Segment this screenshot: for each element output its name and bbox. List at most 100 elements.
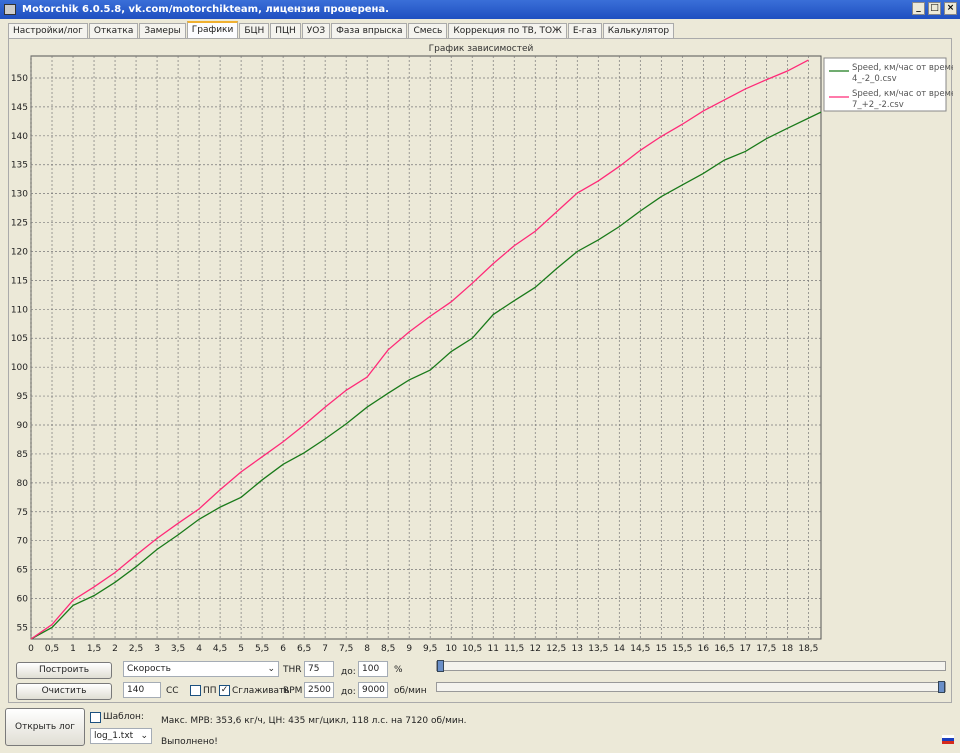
log-file-value: log_1.txt xyxy=(94,731,134,741)
legend-file: 4_-2_0.csv xyxy=(852,74,897,84)
tab-7[interactable]: Фаза впрыска xyxy=(331,23,408,39)
y-tick-label: 55 xyxy=(17,623,28,633)
y-tick-label: 125 xyxy=(11,219,28,229)
x-tick-label: 7 xyxy=(322,644,328,654)
x-tick-label: 16 xyxy=(698,644,710,654)
x-tick-label: 8 xyxy=(364,644,370,654)
cc-label: CC xyxy=(166,686,179,696)
rpm-slider-thumb[interactable] xyxy=(938,681,945,693)
x-tick-label: 18,5 xyxy=(798,644,818,654)
rpm-unit-label: об/мин xyxy=(394,686,427,696)
parameter-select[interactable]: Скорость ⌄ xyxy=(123,661,279,677)
y-tick-label: 105 xyxy=(11,334,28,344)
tab-bar: Настройки/лог Откатка Замеры Графики БЦН ПЦН У… xyxy=(8,21,675,39)
x-tick-label: 10,5 xyxy=(462,644,482,654)
y-tick-label: 120 xyxy=(11,247,28,257)
clear-button[interactable]: Очистить xyxy=(16,683,112,700)
x-tick-label: 10 xyxy=(445,644,457,654)
rpm-slider[interactable] xyxy=(436,681,946,693)
x-tick-label: 12 xyxy=(530,644,541,654)
tab-9[interactable]: Коррекция по ТВ, ТОЖ xyxy=(448,23,567,39)
x-tick-label: 16,5 xyxy=(714,644,734,654)
y-tick-label: 95 xyxy=(17,392,28,402)
template-label: Шаблон: xyxy=(103,712,144,722)
y-tick-label: 135 xyxy=(11,161,28,171)
x-tick-label: 6,5 xyxy=(297,644,311,654)
thr-label: THR xyxy=(283,665,302,675)
build-button[interactable]: Построить xyxy=(16,662,112,679)
template-checkbox[interactable] xyxy=(90,712,101,723)
open-log-button[interactable]: Открыть лог xyxy=(5,708,85,746)
rpm-from-input[interactable]: 2500 xyxy=(304,682,334,698)
thr-slider-thumb[interactable] xyxy=(437,660,444,672)
tab-3[interactable]: Графики xyxy=(186,21,239,39)
window-title: Motorchik 6.0.5.8, vk.com/motorchikteam,… xyxy=(22,4,389,15)
x-tick-label: 17 xyxy=(740,644,751,654)
tab-8[interactable]: Смесь xyxy=(408,23,448,39)
title-bar: Motorchik 6.0.5.8, vk.com/motorchikteam,… xyxy=(0,0,960,19)
rpm-label: RPM xyxy=(283,686,303,696)
maximize-button[interactable]: □ xyxy=(928,2,941,15)
x-tick-label: 11 xyxy=(488,644,499,654)
tab-10[interactable]: Е-газ xyxy=(567,23,602,39)
chevron-down-icon: ⌄ xyxy=(267,664,275,674)
thr-to-input[interactable]: 100 xyxy=(358,661,388,677)
tab-2[interactable]: Замеры xyxy=(139,23,186,39)
thr-from-input[interactable]: 75 xyxy=(304,661,334,677)
x-tick-label: 13,5 xyxy=(588,644,608,654)
chart-title: График зависимостей xyxy=(429,44,534,54)
tab-5[interactable]: ПЦН xyxy=(270,23,301,39)
thr-to-label: до: xyxy=(341,667,356,677)
pp-checkbox[interactable] xyxy=(190,685,201,696)
y-tick-label: 65 xyxy=(17,566,28,576)
cc-input[interactable]: 140 xyxy=(123,682,161,698)
tab-6[interactable]: УОЗ xyxy=(301,23,331,39)
parameter-value: Скорость xyxy=(127,664,171,674)
smooth-label: Сглаживать xyxy=(232,686,290,696)
smooth-checkbox[interactable]: ✓ xyxy=(219,685,230,696)
tab-1[interactable]: Откатка xyxy=(88,23,139,39)
thr-slider[interactable] xyxy=(436,660,946,672)
language-flag-icon[interactable] xyxy=(942,735,954,744)
x-tick-label: 5 xyxy=(238,644,244,654)
x-tick-label: 17,5 xyxy=(756,644,776,654)
y-tick-label: 115 xyxy=(11,276,28,286)
log-file-select[interactable]: log_1.txt ⌄ xyxy=(90,728,152,744)
x-tick-label: 9 xyxy=(406,644,412,654)
legend-label: Speed, км/час от времени xyxy=(852,89,953,99)
rpm-to-input[interactable]: 9000 xyxy=(358,682,388,698)
x-tick-label: 9,5 xyxy=(423,644,437,654)
x-tick-label: 0,5 xyxy=(45,644,59,654)
x-tick-label: 2 xyxy=(112,644,118,654)
x-tick-label: 4 xyxy=(196,644,202,654)
x-tick-label: 12,5 xyxy=(546,644,566,654)
y-tick-label: 85 xyxy=(17,450,28,460)
x-tick-label: 1 xyxy=(70,644,76,654)
tab-4[interactable]: БЦН xyxy=(239,23,270,39)
y-tick-label: 110 xyxy=(11,305,28,315)
y-tick-label: 100 xyxy=(11,363,28,373)
tab-11[interactable]: Калькулятор xyxy=(602,23,675,39)
percent-label: % xyxy=(394,665,403,675)
legend-file: 7_+2_-2.csv xyxy=(852,100,904,110)
x-tick-label: 0 xyxy=(28,644,34,654)
minimize-button[interactable]: _ xyxy=(912,2,925,15)
x-tick-label: 4,5 xyxy=(213,644,227,654)
status-text: Выполнено! xyxy=(161,737,218,747)
y-tick-label: 70 xyxy=(17,537,29,547)
x-tick-label: 7,5 xyxy=(339,644,353,654)
y-tick-label: 75 xyxy=(17,508,28,518)
x-tick-label: 8,5 xyxy=(381,644,395,654)
legend-label: Speed, км/час от времени xyxy=(852,63,953,73)
y-tick-label: 150 xyxy=(11,74,28,84)
rpm-to-label: до: xyxy=(341,687,356,697)
stats-text: Макс. МРВ: 353,6 кг/ч, ЦН: 435 мг/цикл, … xyxy=(161,716,467,726)
y-tick-label: 90 xyxy=(17,421,29,431)
close-button[interactable]: × xyxy=(944,2,957,15)
x-tick-label: 15,5 xyxy=(672,644,692,654)
x-tick-label: 11,5 xyxy=(504,644,524,654)
pp-label: ПП xyxy=(203,686,217,696)
x-tick-label: 5,5 xyxy=(255,644,269,654)
tab-0[interactable]: Настройки/лог xyxy=(8,23,88,39)
x-tick-label: 18 xyxy=(782,644,794,654)
